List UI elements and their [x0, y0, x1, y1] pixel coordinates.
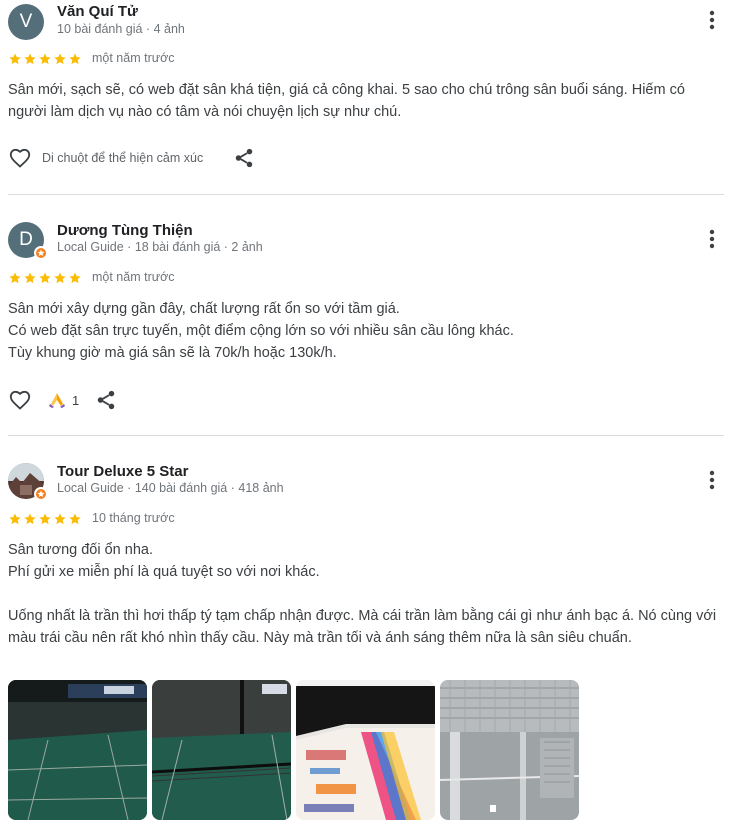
reaction-chip[interactable]: 1: [48, 391, 79, 409]
avatar-letter: D: [19, 229, 33, 250]
review-photo[interactable]: [440, 680, 579, 820]
reviewer-avatar[interactable]: [8, 463, 48, 501]
star-icon: [9, 272, 21, 284]
review-text: Sân mới xây dựng gần đây, chất lượng rất…: [8, 298, 720, 364]
review-time: một năm trước: [92, 51, 175, 65]
heart-outline-icon[interactable]: [8, 146, 32, 170]
review-actions: 1: [8, 388, 117, 412]
reaction-hint: Di chuột để thể hiện cảm xúc: [42, 151, 204, 165]
share-icon[interactable]: [233, 147, 255, 169]
reviewer-avatar[interactable]: V: [8, 4, 44, 40]
review-paragraph: Sân tương đối ổn nha.: [8, 542, 153, 558]
review-paragraph: Có web đặt sân trực tuyến, một điểm cộng…: [8, 323, 514, 339]
star-rating: [8, 512, 82, 526]
more-options-button[interactable]: [700, 468, 724, 492]
more-options-button[interactable]: [700, 8, 724, 32]
star-icon: [39, 513, 51, 525]
star-rating: [8, 271, 82, 285]
reviewer-meta: Local Guide · 18 bài đánh giá · 2 ảnh: [57, 240, 263, 254]
star-icon: [69, 272, 81, 284]
star-icon: [24, 53, 36, 65]
reviewer-meta: Local Guide · 140 bài đánh giá · 418 ảnh: [57, 481, 284, 495]
more-vert-icon: [709, 470, 715, 490]
star-icon: [24, 513, 36, 525]
praying-hands-icon: [49, 393, 65, 408]
review-photos: [8, 680, 579, 820]
avatar-letter: V: [19, 11, 33, 32]
review-time: một năm trước: [92, 270, 175, 284]
reaction-count: 1: [72, 392, 80, 408]
divider: [8, 435, 724, 436]
share-icon[interactable]: [95, 389, 117, 411]
review-paragraph: Tùy khung giờ mà giá sân sẽ là 70k/h hoặ…: [8, 345, 337, 361]
star-icon: [9, 513, 21, 525]
review-paragraph: Phí gửi xe miễn phí là quá tuyệt so với …: [8, 564, 320, 580]
review-photo[interactable]: [152, 680, 291, 820]
review-paragraph: Uống nhất là trần thì hơi thấp tý tạm ch…: [8, 608, 717, 646]
review-paragraph: Sân mới, sạch sẽ, có web đặt sân khá tiệ…: [8, 82, 685, 120]
star-icon: [39, 272, 51, 284]
more-vert-icon: [709, 229, 715, 249]
star-icon: [69, 513, 81, 525]
reviewer-meta: 10 bài đánh giá · 4 ảnh: [57, 22, 185, 36]
star-rating: [8, 52, 82, 66]
divider: [8, 194, 724, 195]
reviewer-name[interactable]: Dương Tùng Thiện: [57, 222, 193, 239]
review-text: Sân mới, sạch sẽ, có web đặt sân khá tiệ…: [8, 79, 720, 123]
more-options-button[interactable]: [700, 227, 724, 251]
more-vert-icon: [709, 10, 715, 30]
star-icon: [54, 513, 66, 525]
reviewer-avatar[interactable]: D: [8, 222, 48, 260]
review-actions: Di chuột để thể hiện cảm xúc: [8, 146, 255, 170]
review-text: Sân tương đối ổn nha. Phí gửi xe miễn phí…: [8, 539, 720, 649]
star-icon: [9, 53, 21, 65]
star-icon: [54, 53, 66, 65]
star-icon: [69, 53, 81, 65]
reviewer-name[interactable]: Tour Deluxe 5 Star: [57, 463, 188, 480]
star-icon: [24, 272, 36, 284]
review-paragraph: Sân mới xây dựng gần đây, chất lượng rất…: [8, 301, 400, 317]
review-photo[interactable]: [8, 680, 147, 820]
review-photo[interactable]: [296, 680, 435, 820]
star-icon: [54, 272, 66, 284]
heart-outline-icon[interactable]: [8, 388, 32, 412]
star-icon: [39, 53, 51, 65]
local-guide-badge-icon: [34, 246, 48, 260]
local-guide-badge-icon: [34, 487, 48, 501]
review-time: 10 tháng trước: [92, 511, 175, 525]
reviewer-name[interactable]: Văn Quí Tử: [57, 3, 138, 20]
